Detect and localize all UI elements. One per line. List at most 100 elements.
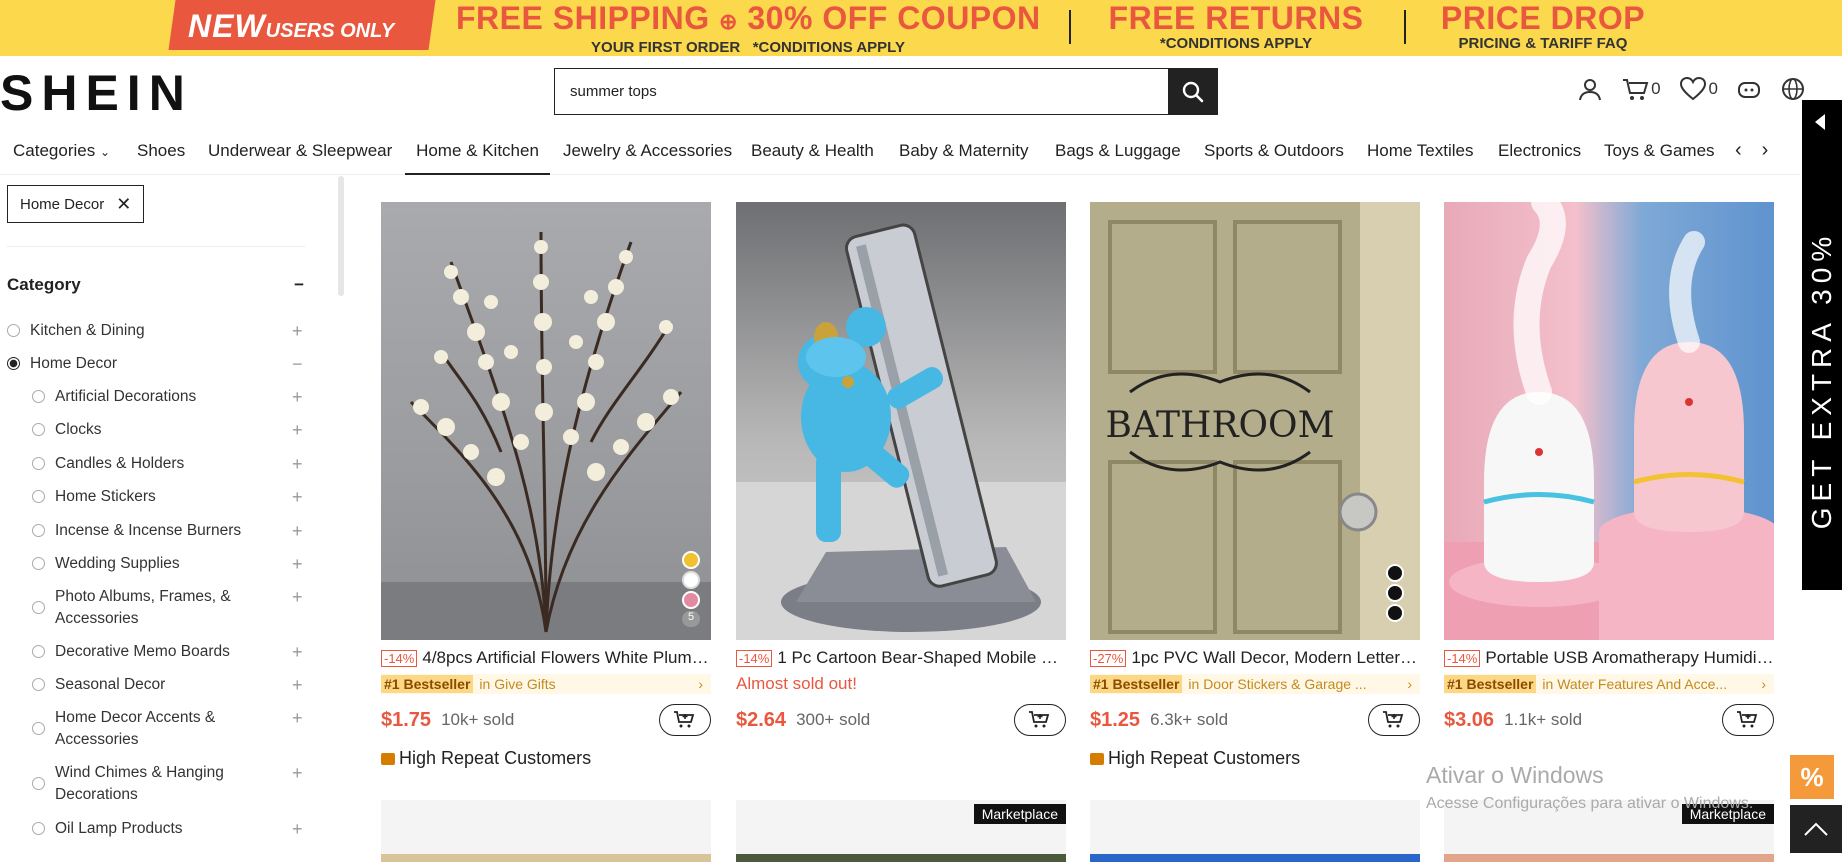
expand-icon[interactable]: + (292, 553, 303, 575)
expand-icon[interactable]: + (292, 707, 303, 729)
product-title[interactable]: -27%1pc PVC Wall Decor, Modern Letter Ba… (1090, 648, 1420, 668)
radio-button[interactable] (32, 822, 45, 835)
product-card-partial[interactable] (381, 800, 711, 862)
radio-button[interactable] (32, 645, 45, 658)
product-card[interactable]: -14% Portable USB Aromatherapy Humidifier… (1444, 202, 1774, 736)
radio-button[interactable] (32, 601, 45, 614)
collapse-icon[interactable]: − (294, 275, 304, 295)
nav-shoes[interactable]: Shoes (137, 141, 185, 175)
discount-float-button[interactable]: % (1790, 755, 1834, 799)
expand-icon[interactable]: + (292, 320, 303, 342)
bestseller-row[interactable]: #1 Bestseller in Give Gifts › (381, 674, 711, 694)
shein-logo[interactable]: SHEIN (0, 64, 193, 122)
expand-icon[interactable]: + (292, 586, 303, 608)
category-photo-albums[interactable]: Photo Albums, Frames, & Accessories + (32, 586, 303, 630)
color-swatch-black[interactable] (1386, 604, 1404, 622)
category-artificial-decorations[interactable]: Artificial Decorations + (32, 386, 303, 408)
product-title[interactable]: -14%1 Pc Cartoon Bear-Shaped Mobile Phon… (736, 648, 1066, 668)
product-card[interactable]: BATHROOM -27% 1pc PVC Wall Decor, Modern … (1090, 202, 1420, 769)
category-incense[interactable]: Incense & Incense Burners + (32, 520, 303, 542)
cart-button[interactable]: 0 (1621, 76, 1661, 102)
nav-underwear-sleepwear[interactable]: Underwear & Sleepwear (208, 141, 392, 175)
nav-home-textiles[interactable]: Home Textiles (1367, 141, 1473, 175)
color-swatch-pink[interactable] (682, 591, 700, 609)
product-image[interactable] (1444, 202, 1774, 640)
nav-jewelry-accessories[interactable]: Jewelry & Accessories (563, 141, 732, 175)
nav-categories[interactable]: Categories ⌄ (13, 141, 110, 175)
wishlist-button[interactable]: 0 (1679, 76, 1718, 102)
nav-home-kitchen[interactable]: Home & Kitchen (405, 141, 550, 175)
expand-icon[interactable]: + (292, 818, 303, 840)
category-home-decor[interactable]: Home Decor − (7, 353, 303, 375)
category-wind-chimes[interactable]: Wind Chimes & Hanging Decorations + (32, 762, 303, 806)
bestseller-row[interactable]: #1 Bestseller in Water Features And Acce.… (1444, 674, 1774, 694)
product-image[interactable] (736, 202, 1066, 640)
back-to-top-button[interactable] (1790, 805, 1842, 853)
product-card-partial[interactable]: Marketplace (736, 800, 1066, 862)
caret-left-icon[interactable] (1815, 114, 1825, 130)
support-button[interactable] (1736, 76, 1762, 102)
radio-button[interactable] (32, 457, 45, 470)
search-input[interactable] (555, 69, 1168, 114)
more-colors-count[interactable]: 5 (682, 611, 700, 627)
category-seasonal-decor[interactable]: Seasonal Decor + (32, 674, 303, 696)
product-image[interactable]: 5 (381, 202, 711, 640)
bestseller-row[interactable]: #1 Bestseller in Door Stickers & Garage .… (1090, 674, 1420, 694)
add-to-cart-button[interactable] (1368, 704, 1420, 736)
category-candles-holders[interactable]: Candles & Holders + (32, 453, 303, 475)
category-oil-lamp[interactable]: Oil Lamp Products + (32, 818, 303, 840)
radio-button[interactable] (32, 557, 45, 570)
category-wedding-supplies[interactable]: Wedding Supplies + (32, 553, 303, 575)
nav-baby-maternity[interactable]: Baby & Maternity (899, 141, 1028, 175)
nav-toys-games[interactable]: Toys & Games (1604, 141, 1715, 175)
add-to-cart-button[interactable] (1014, 704, 1066, 736)
collapse-icon[interactable]: − (292, 353, 303, 375)
color-swatch-white[interactable] (682, 571, 700, 589)
active-filter-chip[interactable]: Home Decor ✕ (7, 185, 145, 223)
expand-icon[interactable]: + (292, 641, 303, 663)
category-decor-accents[interactable]: Home Decor Accents & Accessories + (32, 707, 303, 751)
language-button[interactable] (1780, 76, 1806, 102)
expand-icon[interactable]: + (292, 674, 303, 696)
category-kitchen-dining[interactable]: Kitchen & Dining + (7, 320, 303, 342)
radio-button[interactable] (32, 777, 45, 790)
expand-icon[interactable]: + (292, 520, 303, 542)
chevron-right-icon[interactable]: › (1762, 139, 1769, 162)
expand-icon[interactable]: + (292, 486, 303, 508)
search-button[interactable] (1168, 69, 1217, 114)
radio-button[interactable] (32, 722, 45, 735)
nav-sports-outdoors[interactable]: Sports & Outdoors (1204, 141, 1344, 175)
radio-button[interactable] (32, 678, 45, 691)
color-swatch-black[interactable] (1386, 564, 1404, 582)
account-button[interactable] (1577, 76, 1603, 102)
nav-electronics[interactable]: Electronics (1498, 141, 1581, 175)
category-home-stickers[interactable]: Home Stickers + (32, 486, 303, 508)
product-title[interactable]: -14% Portable USB Aromatherapy Humidifier (1444, 648, 1774, 668)
product-card-partial[interactable] (1090, 800, 1420, 862)
radio-button[interactable] (32, 490, 45, 503)
add-to-cart-button[interactable] (659, 704, 711, 736)
expand-icon[interactable]: + (292, 419, 303, 441)
color-swatch-black[interactable] (1386, 584, 1404, 602)
radio-button[interactable] (32, 390, 45, 403)
product-card[interactable]: -14%1 Pc Cartoon Bear-Shaped Mobile Phon… (736, 202, 1066, 736)
radio-button[interactable] (7, 324, 20, 337)
radio-button[interactable] (32, 524, 45, 537)
category-clocks[interactable]: Clocks + (32, 419, 303, 441)
sidebar-scrollbar[interactable] (338, 176, 344, 296)
nav-beauty-health[interactable]: Beauty & Health (751, 141, 874, 175)
side-promo-tab[interactable]: GET EXTRA 30% (1802, 100, 1842, 590)
expand-icon[interactable]: + (292, 762, 303, 784)
product-title[interactable]: -14% 4/8pcs Artificial Flowers White Plum… (381, 648, 711, 668)
promo-banner[interactable]: NEWUSERS ONLY FREE SHIPPING ⊕ 30% OFF CO… (0, 0, 1842, 56)
product-image[interactable]: BATHROOM (1090, 202, 1420, 640)
radio-button-selected[interactable] (7, 357, 20, 370)
color-swatch-yellow[interactable] (682, 551, 700, 569)
product-card[interactable]: 5 -14% 4/8pcs Artificial Flowers White Pl… (381, 202, 711, 769)
expand-icon[interactable]: + (292, 386, 303, 408)
category-memo-boards[interactable]: Decorative Memo Boards + (32, 641, 303, 663)
add-to-cart-button[interactable] (1722, 704, 1774, 736)
close-icon[interactable]: ✕ (116, 194, 131, 215)
radio-button[interactable] (32, 423, 45, 436)
expand-icon[interactable]: + (292, 453, 303, 475)
